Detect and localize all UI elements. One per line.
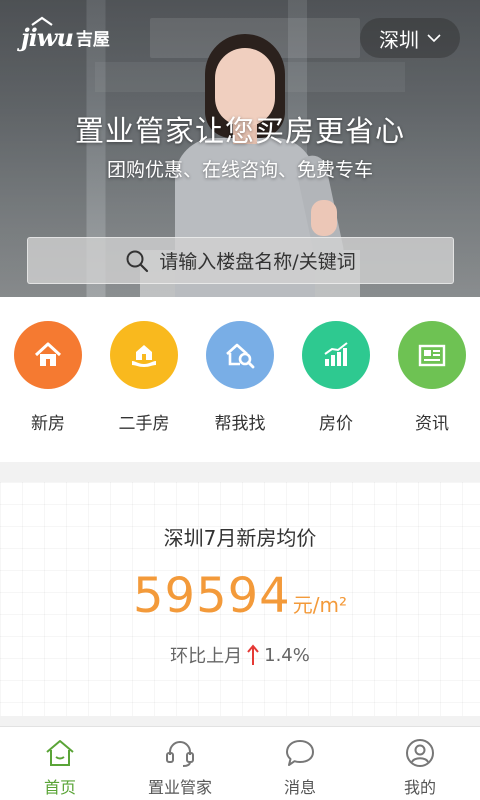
house-search-icon — [206, 321, 274, 389]
nav-label: 二手房 — [118, 414, 170, 434]
logo-roof-icon — [31, 16, 53, 26]
up-arrow-icon — [246, 644, 260, 666]
hero-title: 置业管家让您买房更省心 — [74, 114, 405, 148]
tab-home[interactable]: 首页 — [0, 727, 120, 800]
tab-label: 我的 — [403, 778, 436, 797]
bar-chart-icon — [302, 321, 370, 389]
house-icon — [14, 321, 82, 389]
nav-label: 新房 — [31, 414, 65, 434]
logo-chinese-text: 吉屋 — [75, 29, 110, 50]
price-value-row: 59594 元/m² — [0, 568, 480, 624]
nav-label: 房价 — [319, 414, 353, 434]
headset-icon — [166, 741, 194, 767]
newspaper-icon — [398, 321, 466, 389]
bottom-tab-bar: 首页 置业管家 消息 我的 — [0, 726, 480, 800]
nav-item-new-house[interactable]: 新房 — [0, 321, 96, 441]
nav-item-find-for-me[interactable]: 帮我找 — [192, 321, 288, 441]
city-label: 深圳 — [379, 27, 419, 52]
tab-label: 首页 — [43, 778, 76, 797]
nav-item-second-hand[interactable]: 二手房 — [96, 321, 192, 441]
hero-banner: jiwu 吉屋 深圳 置业管家让您买房更省心 团购优惠、在线咨询、免费专车 请输… — [0, 0, 480, 297]
tab-label: 消息 — [283, 778, 316, 797]
app-logo: jiwu 吉屋 — [21, 16, 110, 52]
price-change-value: 1.4% — [264, 644, 310, 666]
nav-item-house-price[interactable]: 房价 — [288, 321, 384, 441]
average-price-value: 59594 — [133, 568, 291, 624]
price-title: 深圳7月新房均价 — [163, 526, 317, 550]
chevron-down-icon — [427, 34, 441, 43]
quick-nav: 新房 二手房 帮我找 房价 资讯 — [0, 297, 480, 462]
section-divider — [0, 462, 480, 482]
house-hand-icon — [110, 321, 178, 389]
search-icon — [125, 249, 149, 273]
nav-label: 帮我找 — [214, 414, 266, 434]
user-icon — [406, 739, 434, 767]
chat-bubble-icon — [286, 740, 314, 766]
nav-label: 资讯 — [415, 414, 449, 434]
price-panel[interactable]: 深圳7月新房均价 59594 元/m² 环比上月 1.4% — [0, 482, 480, 716]
price-change-label: 环比上月 — [170, 646, 243, 667]
city-selector-button[interactable]: 深圳 — [360, 18, 460, 58]
hero-subtitle: 团购优惠、在线咨询、免费专车 — [106, 159, 373, 181]
price-unit: 元/m² — [292, 593, 347, 617]
tab-mine[interactable]: 我的 — [360, 727, 480, 800]
tab-property-butler[interactable]: 置业管家 — [120, 727, 240, 800]
logo-text: jiwu — [21, 22, 74, 52]
nav-item-news[interactable]: 资讯 — [384, 321, 480, 441]
search-input[interactable]: 请输入楼盘名称/关键词 — [27, 237, 454, 284]
section-divider — [0, 716, 480, 726]
tab-label: 置业管家 — [147, 778, 212, 797]
price-change-row: 环比上月 1.4% — [0, 642, 480, 668]
search-placeholder: 请输入楼盘名称/关键词 — [159, 251, 356, 273]
tab-messages[interactable]: 消息 — [240, 727, 360, 800]
home-icon — [46, 740, 74, 766]
